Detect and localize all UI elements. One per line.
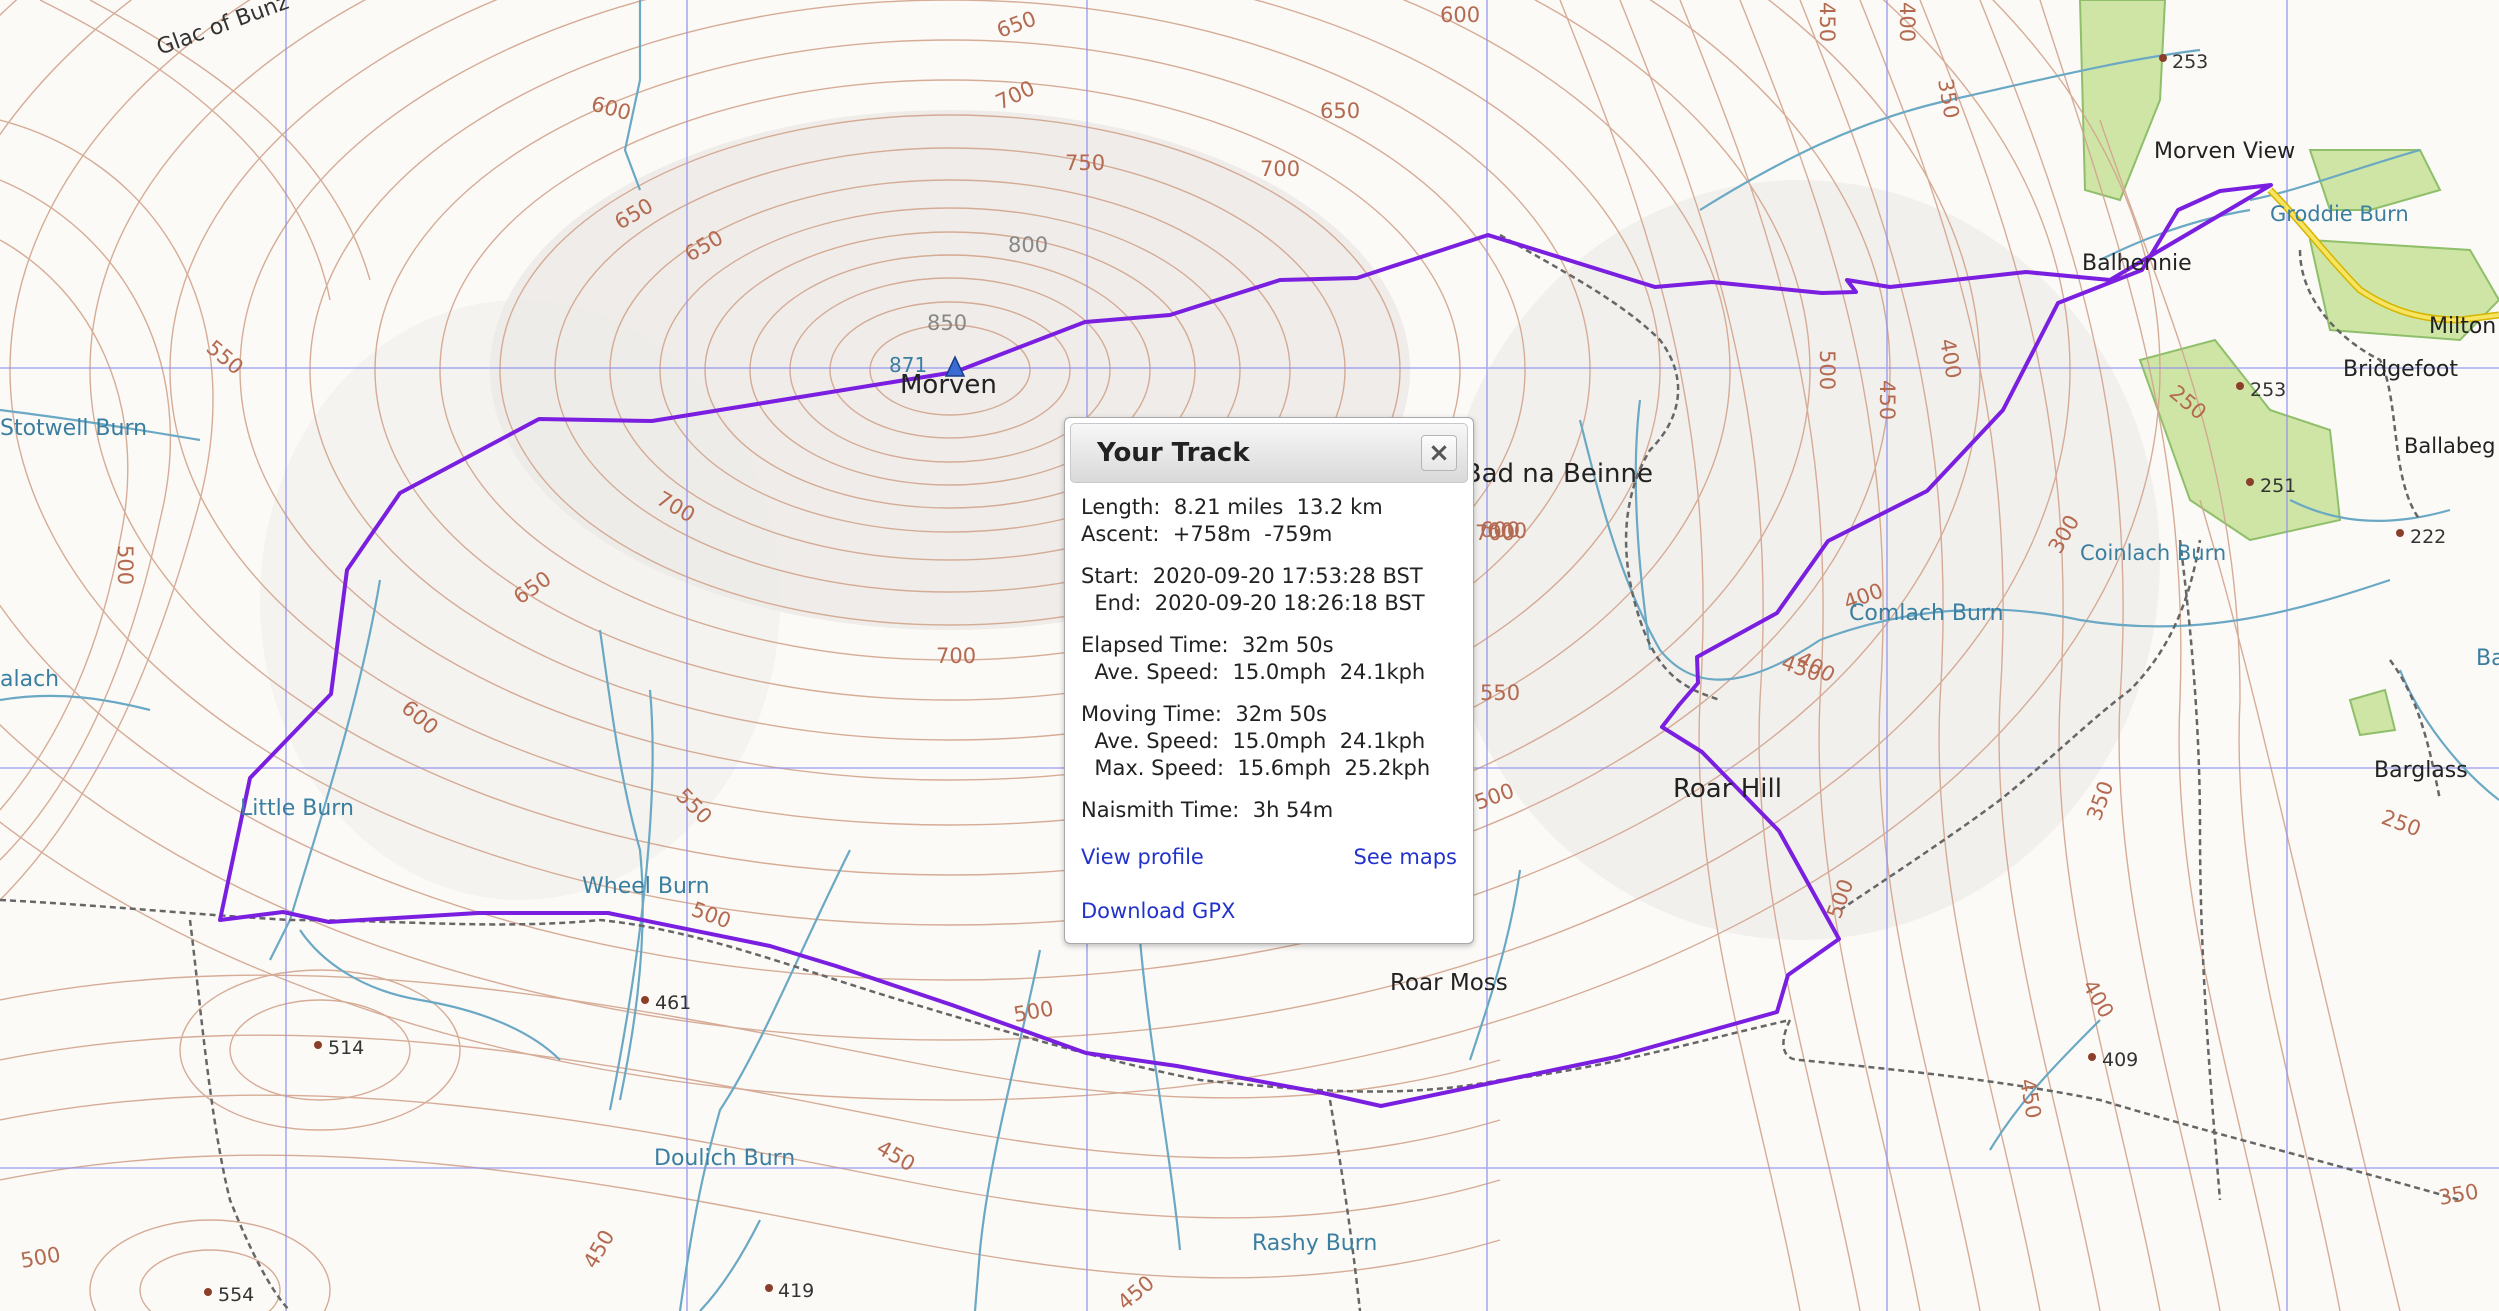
close-icon[interactable]: × [1421, 435, 1457, 471]
place-label: Rashy Burn [1252, 1231, 1377, 1256]
spot-height: 554 [218, 1284, 254, 1306]
place-label: Balhennie [2082, 251, 2192, 276]
start-value: 2020-09-20 17:53:28 BST [1152, 564, 1423, 588]
moving-max-label: Max. Speed: [1094, 756, 1225, 780]
elapsed-speed-kph: 24.1kph [1339, 660, 1426, 684]
place-label: Stotwell Burn [0, 416, 147, 441]
moving-ave-mph: 15.0mph [1232, 729, 1327, 753]
spot-height: 419 [778, 1280, 814, 1302]
popup-body: Length: 8.21 miles 13.2 km Ascent: +758m… [1065, 488, 1473, 925]
elapsed-speed-row: Ave. Speed: 15.0mph 24.1kph [1081, 659, 1457, 686]
place-label: Barglass [2374, 758, 2468, 783]
contour-label: 700 [936, 644, 976, 668]
naismith-value: 3h 54m [1252, 798, 1334, 822]
end-value: 2020-09-20 18:26:18 BST [1154, 591, 1425, 615]
spot-height: 253 [2250, 379, 2286, 401]
place-label: Doulich Burn [654, 1146, 795, 1171]
end-row: End: 2020-09-20 18:26:18 BST [1081, 590, 1457, 617]
place-label: Little Burn [240, 796, 354, 821]
contour-label: 850 [927, 311, 967, 335]
popup-header: Your Track × [1070, 423, 1468, 483]
place-label: Roar Hill [1673, 774, 1782, 804]
start-row: Start: 2020-09-20 17:53:28 BST [1081, 563, 1457, 590]
place-label: Ba [2476, 646, 2499, 671]
length-miles: 8.21 miles [1173, 495, 1284, 519]
elapsed-speed-label: Ave. Speed: [1094, 660, 1220, 684]
contour-label: 500 [113, 545, 137, 585]
length-row: Length: 8.21 miles 13.2 km [1081, 494, 1457, 521]
naismith-label: Naismith Time: [1081, 798, 1240, 822]
spot-height: 253 [2172, 51, 2208, 73]
moving-value: 32m 50s [1235, 702, 1327, 726]
contour-label: 400 [1895, 2, 1919, 42]
moving-max-row: Max. Speed: 15.6mph 25.2kph [1081, 755, 1457, 782]
spot-height: 222 [2410, 526, 2446, 548]
moving-row: Moving Time: 32m 50s [1081, 701, 1457, 728]
moving-ave-row: Ave. Speed: 15.0mph 24.1kph [1081, 728, 1457, 755]
view-profile-link[interactable]: View profile [1081, 844, 1204, 871]
elapsed-row: Elapsed Time: 32m 50s [1081, 632, 1457, 659]
elapsed-label: Elapsed Time: [1081, 633, 1229, 657]
naismith-row: Naismith Time: 3h 54m [1081, 797, 1457, 824]
contour-label: 550 [1480, 681, 1520, 705]
place-label: Groddie Burn [2270, 202, 2409, 226]
contour-label: 650 [1320, 99, 1360, 123]
contour-label: 500 [1815, 350, 1839, 390]
spot-height: 461 [655, 992, 691, 1014]
elapsed-value: 32m 50s [1242, 633, 1334, 657]
ascent-up: +758m [1172, 522, 1251, 546]
contour-label: 450 [1815, 2, 1839, 42]
moving-max-kph: 25.2kph [1344, 756, 1431, 780]
start-label: Start: [1081, 564, 1140, 588]
length-label: Length: [1081, 495, 1161, 519]
ascent-down: -759m [1264, 522, 1333, 546]
moving-label: Moving Time: [1081, 702, 1223, 726]
place-label: alach [0, 667, 59, 692]
place-label: Morven View [2154, 139, 2295, 164]
contour-label: 600 [1440, 3, 1480, 27]
contour-label: 700 [1260, 157, 1300, 181]
popup-links: View profile See maps [1081, 844, 1457, 871]
spot-height: 409 [2102, 1049, 2138, 1071]
download-gpx-link[interactable]: Download GPX [1081, 899, 1235, 923]
elapsed-speed-mph: 15.0mph [1232, 660, 1327, 684]
place-label: Ballabeg [2404, 434, 2495, 458]
summit-height-label: 871 [889, 353, 927, 377]
ascent-row: Ascent: +758m -759m [1081, 521, 1457, 548]
see-maps-link[interactable]: See maps [1354, 844, 1457, 871]
moving-max-mph: 15.6mph [1237, 756, 1332, 780]
contour-label: 450 [1875, 380, 1899, 420]
contour-label: 750 [1065, 151, 1105, 175]
spot-height: 514 [328, 1037, 364, 1059]
place-label: Milton [2429, 314, 2496, 339]
place-label: Roar Moss [1390, 970, 1508, 996]
spot-height: 251 [2260, 475, 2296, 497]
popup-title: Your Track [1097, 438, 1250, 468]
moving-ave-kph: 24.1kph [1339, 729, 1426, 753]
place-label: Wheel Burn [582, 874, 710, 899]
contour-label: 800 [1008, 233, 1048, 257]
track-info-popup: Your Track × Length: 8.21 miles 13.2 km … [1064, 417, 1474, 944]
length-km: 13.2 km [1296, 495, 1383, 519]
place-label: Comlach Burn [1849, 601, 2004, 626]
place-label: Bridgefoot [2343, 357, 2458, 382]
end-label: End: [1094, 591, 1142, 615]
moving-ave-label: Ave. Speed: [1094, 729, 1220, 753]
contour-label: 600 [1480, 518, 1520, 542]
ascent-label: Ascent: [1081, 522, 1160, 546]
place-label: Bad na Beinne [1464, 459, 1653, 489]
place-label: Coinlach Burn [2080, 541, 2226, 565]
